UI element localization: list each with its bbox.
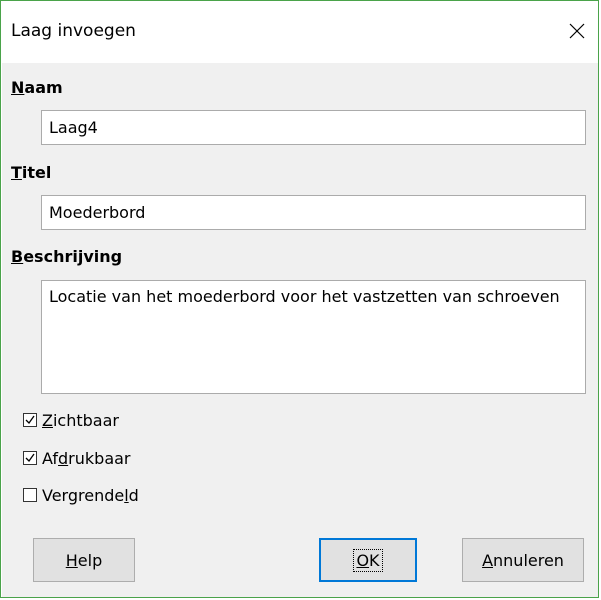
visible-checkbox-box[interactable]: [23, 413, 37, 427]
title-label: Titel: [11, 163, 52, 182]
title-bar: Laag invoegen: [1, 1, 598, 63]
locked-checkbox-label: Vergrendeld: [42, 485, 139, 505]
visible-checkbox-label: Zichtbaar: [42, 410, 119, 430]
checkmark-icon: [25, 453, 35, 463]
printable-checkbox[interactable]: Afdrukbaar: [23, 447, 131, 469]
cancel-button[interactable]: Annuleren: [462, 538, 584, 582]
dialog-title: Laag invoegen: [11, 21, 136, 41]
insert-layer-dialog: Laag invoegen Naam Laag4 Titel Moederbor…: [0, 0, 599, 598]
title-input[interactable]: Moederbord: [41, 195, 586, 230]
name-input[interactable]: Laag4: [41, 110, 586, 145]
close-button[interactable]: [556, 11, 598, 51]
description-label: Beschrijving: [11, 247, 123, 266]
checkmark-icon: [25, 415, 35, 425]
locked-checkbox[interactable]: Vergrendeld: [23, 484, 139, 506]
name-label: Naam: [11, 78, 63, 97]
description-textarea[interactable]: Locatie van het moederbord voor het vast…: [41, 280, 586, 394]
visible-checkbox[interactable]: Zichtbaar: [23, 409, 119, 431]
printable-checkbox-label: Afdrukbaar: [42, 448, 131, 468]
locked-checkbox-box[interactable]: [23, 488, 37, 502]
ok-button[interactable]: OK: [319, 538, 417, 582]
dialog-content: Naam Laag4 Titel Moederbord Beschrijving…: [2, 63, 598, 597]
printable-checkbox-box[interactable]: [23, 451, 37, 465]
help-button[interactable]: Help: [33, 538, 135, 582]
close-icon: [569, 23, 585, 39]
ok-focus-ring: OK: [353, 548, 383, 572]
